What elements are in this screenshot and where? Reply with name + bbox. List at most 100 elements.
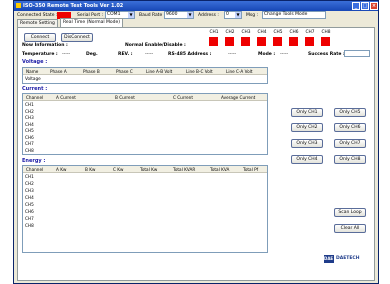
column-header: Phase C [116,69,133,74]
table-row: CH1 [25,174,34,179]
ch5-indicator [273,37,282,46]
disconnect-button[interactable]: DisConnect [61,33,93,42]
connect-button[interactable]: Connect [24,33,56,42]
rev-value: ----- [145,52,154,57]
ch-label: CH7 [305,30,315,35]
ch3-indicator [241,37,250,46]
clear-all-button[interactable]: Clear All [334,224,366,233]
chevron-down-icon: ▼ [235,12,241,18]
column-header: Total KVA [210,167,230,172]
column-header: C Kw [113,167,124,172]
column-header: Average Current [221,95,256,100]
table-row: CH6 [25,209,34,214]
app-window: ISO-350 Remote Test Tools Ver 1.02 _ □ ×… [13,0,379,284]
table-row: CH1 [25,102,34,107]
ch1-indicator [209,37,218,46]
only-ch3-button[interactable]: Only CH3 [291,139,323,148]
table-row: CH8 [25,223,34,228]
table-row: CH4 [25,121,34,127]
only-ch5-button[interactable]: Only CH5 [334,108,366,117]
current-table-header: Channel A Current B Current C Current Av… [23,94,267,101]
success-rate-field [344,50,370,57]
temperature-unit: Deg. [86,52,98,57]
rs485-address-label: RS-485 Address : [168,52,212,57]
ch-label: CH6 [289,30,299,35]
table-row: CH2 [25,108,34,114]
only-ch4-button[interactable]: Only CH4 [291,155,323,164]
table-row: Voltage [25,76,41,81]
title-bar: ISO-350 Remote Test Tools Ver 1.02 _ □ × [14,1,378,11]
dae-logo-text: DAE [324,256,334,261]
tab-real-time[interactable]: Real Time (Normal Mode) [60,18,124,27]
voltage-section-title: Voltage : [22,59,48,65]
real-time-panel: Connect DisConnect CH1 CH2 CH3 CH4 CH5 C… [17,27,375,281]
only-ch6-button[interactable]: Only CH6 [334,123,366,132]
app-icon [16,3,21,8]
rev-label: REV. : [118,52,133,57]
column-header: Line A-B Volt [146,69,173,74]
msg-field[interactable]: Change Tools Mode [262,11,326,19]
column-header: Line B-C Volt [186,69,213,74]
ch-label: CH3 [241,30,251,35]
ch-label: CH8 [321,30,331,35]
current-table: Channel A Current B Current C Current Av… [22,93,268,155]
ch-label: CH2 [225,30,235,35]
minimize-icon[interactable]: _ [352,2,360,10]
column-header: Phase A [50,69,67,74]
only-ch1-button[interactable]: Only CH1 [291,108,323,117]
address-select[interactable]: 0 ▼ [224,11,242,19]
energy-table: Channel A Kw B Kw C Kw Total Kw Total KV… [22,165,268,253]
address-value: 0 [226,12,229,17]
baud-rate-label: Baud Rate : [139,13,166,18]
voltage-table: Name Phase A Phase B Phase C Line A-B Vo… [22,67,268,84]
energy-table-header: Channel A Kw B Kw C Kw Total Kw Total KV… [23,166,267,173]
column-header: Channel [26,167,44,172]
current-section-title: Current : [22,86,48,92]
now-information-label: Now Information : [22,43,68,48]
rs485-address-value: ----- [228,52,237,57]
address-label: Address : [198,13,219,18]
mode-label: Mode : [258,52,276,57]
column-header: Total Pf [243,167,259,172]
table-row: CH2 [25,181,34,186]
table-row: CH7 [25,141,34,146]
table-row: CH5 [25,128,34,133]
column-header: Line C-A Volt [226,69,253,74]
voltage-table-header: Name Phase A Phase B Phase C Line A-B Vo… [23,68,267,75]
column-header: A Current [56,95,76,100]
normal-enable-label: Normal Enable/Disable : [125,43,186,48]
column-header: Channel [26,95,44,100]
ch4-indicator [257,37,266,46]
table-row: CH3 [25,188,34,193]
column-header: Total KVAR [173,167,196,172]
ch-label: CH4 [257,30,267,35]
maximize-icon[interactable]: □ [361,2,369,10]
column-header: C Current [173,95,193,100]
tab-remote-setting[interactable]: Remote Setting [17,19,58,27]
ch6-indicator [289,37,298,46]
ch7-indicator [305,37,314,46]
baud-rate-select[interactable]: 9600 ▼ [164,11,194,19]
scan-loop-button[interactable]: Scan Loop [334,208,366,217]
only-ch7-button[interactable]: Only CH7 [334,139,366,148]
table-row: CH3 [25,115,34,120]
table-row: CH6 [25,134,34,140]
only-ch2-button[interactable]: Only CH2 [291,123,323,132]
chevron-down-icon: ▼ [128,12,134,18]
column-header: Name [26,69,39,74]
serial-port-value: COM1 [107,12,121,17]
close-icon[interactable]: × [370,2,378,10]
brand-name: DAETECH [336,256,360,261]
column-header: Total Kw [140,167,158,172]
column-header: Phase B [83,69,100,74]
ch-label: CH1 [209,30,219,35]
msg-label: Msg : [246,13,259,18]
energy-section-title: Energy : [22,158,46,164]
column-header: B Current [115,95,135,100]
chevron-down-icon: ▼ [187,12,193,18]
baud-rate-value: 9600 [166,12,178,17]
table-row: CH4 [25,195,34,200]
temperature-label: Temperature : [22,52,58,57]
only-ch8-button[interactable]: Only CH8 [334,155,366,164]
table-row: CH7 [25,216,34,221]
